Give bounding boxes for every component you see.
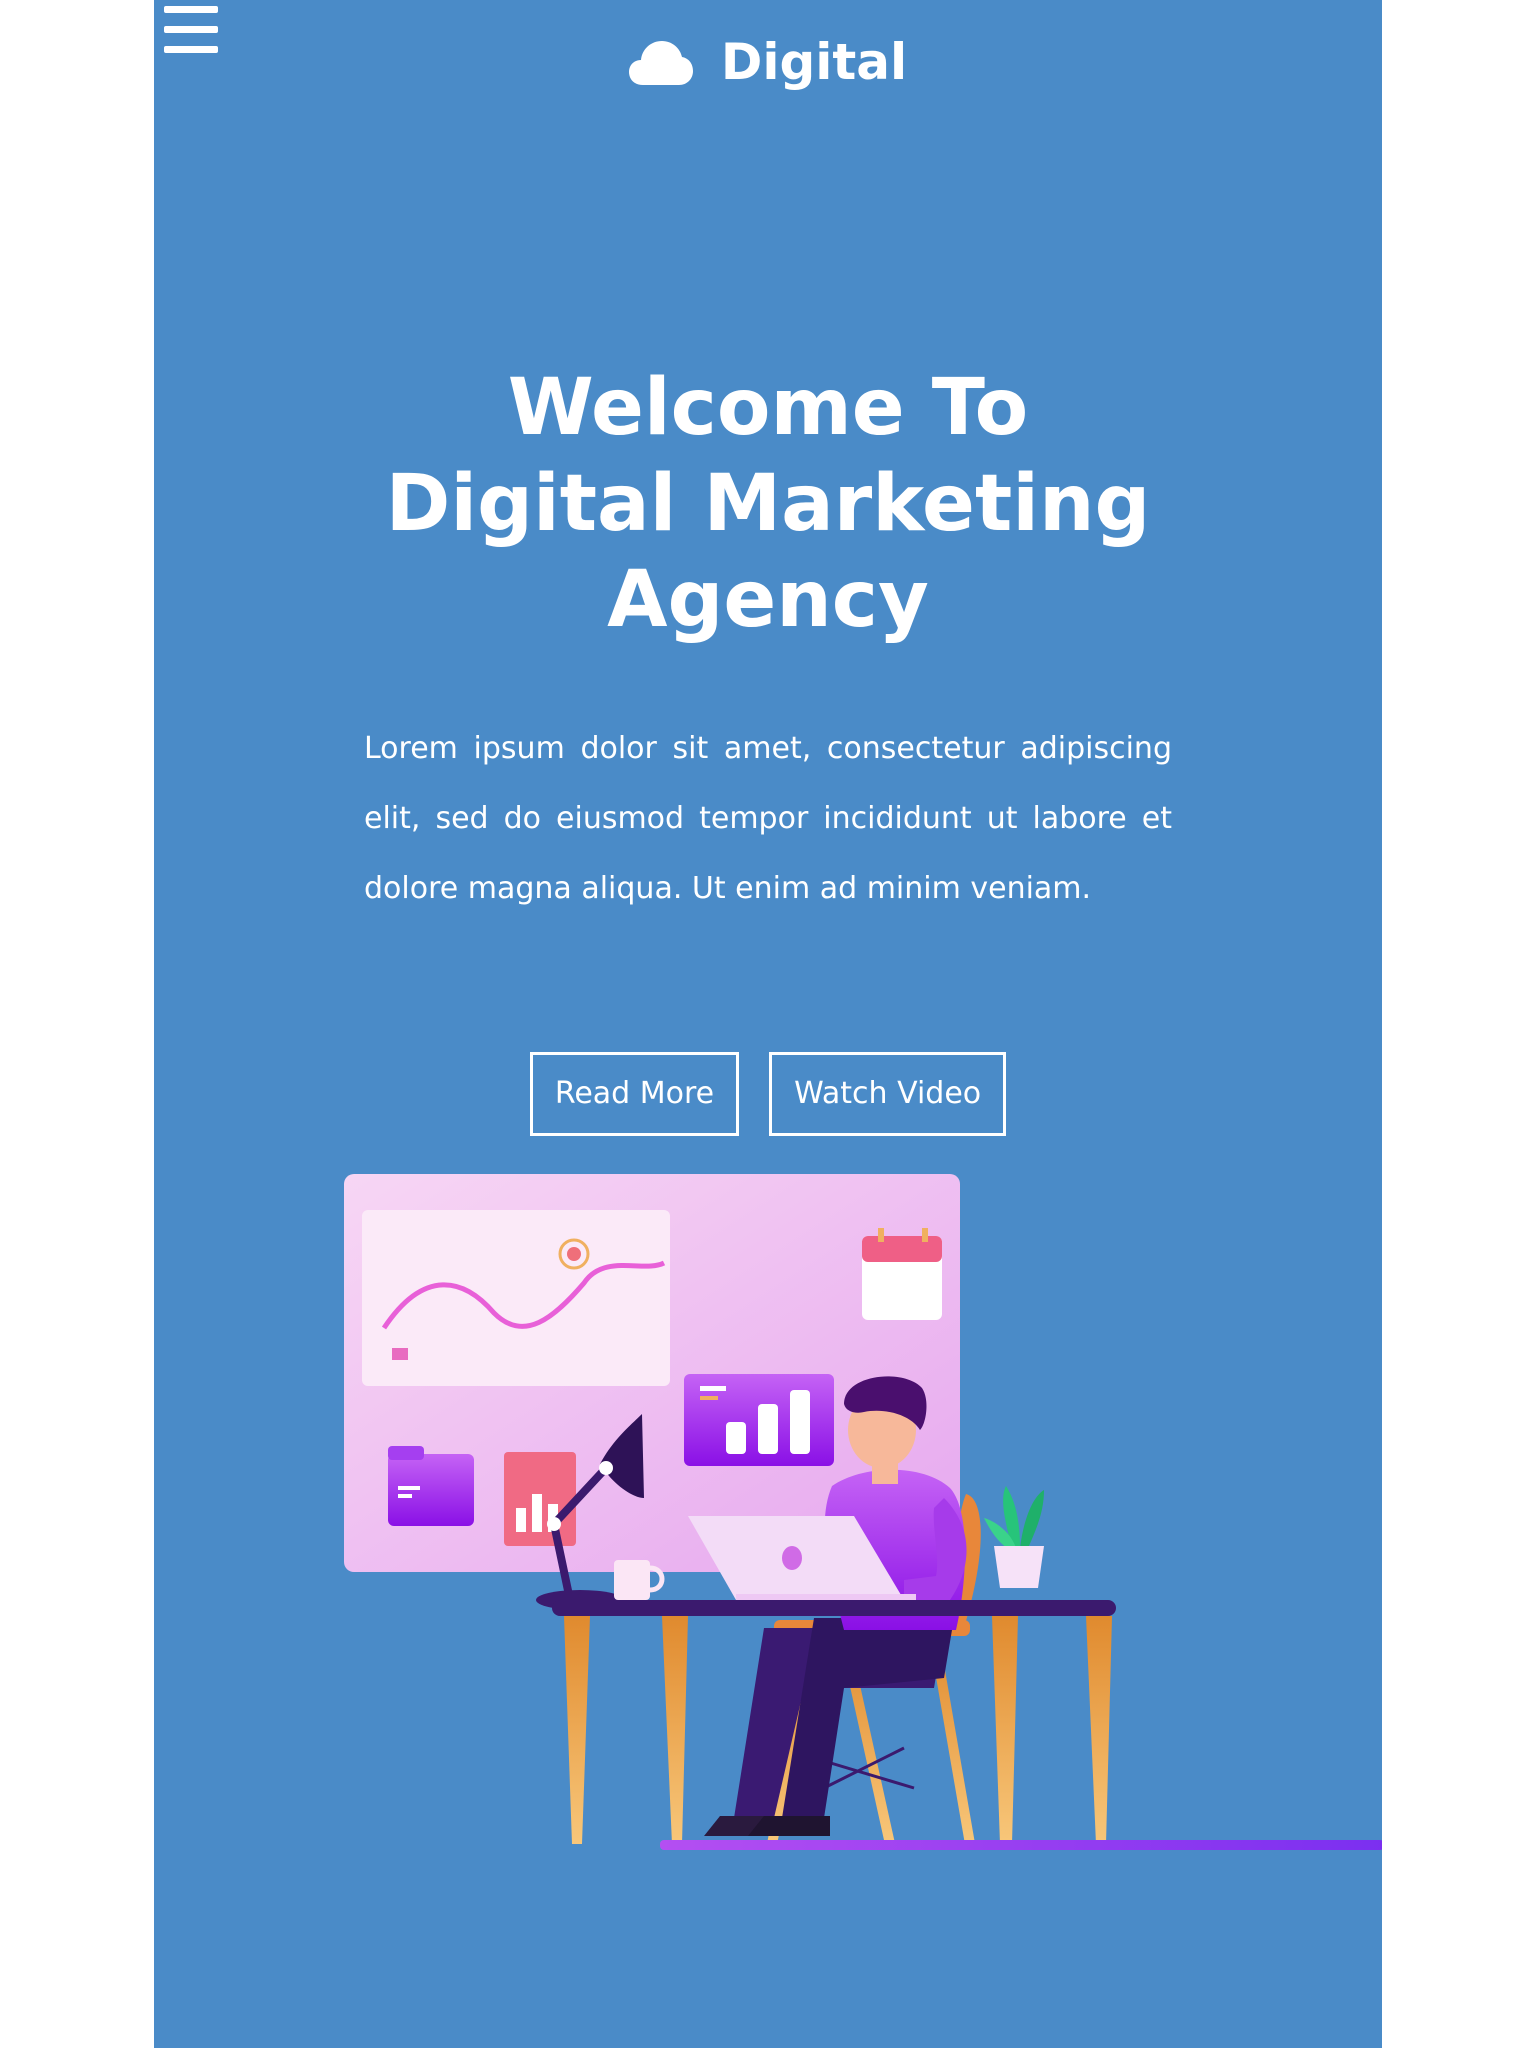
hero-title: Welcome To Digital Marketing Agency	[154, 360, 1382, 648]
hero-title-line-2: Digital Marketing	[385, 459, 1151, 549]
watch-video-button[interactable]: Watch Video	[769, 1052, 1007, 1136]
hero-title-line-3: Agency	[607, 555, 929, 645]
brand-name: Digital	[720, 33, 908, 91]
hero-section: Digital Welcome To Digital Marketing Age…	[154, 0, 1382, 2048]
potted-plant	[984, 1486, 1044, 1588]
hero-illustration	[344, 1174, 1382, 1850]
hero-title-line-1: Welcome To	[507, 363, 1029, 453]
site-logo[interactable]: Digital	[154, 30, 1382, 94]
cloud-icon	[628, 41, 693, 85]
hero-description: Lorem ipsum dolor sit amet, consectetur …	[364, 731, 1172, 906]
hero-actions: Read More Watch Video	[154, 1052, 1382, 1136]
read-more-button[interactable]: Read More	[529, 1052, 740, 1136]
